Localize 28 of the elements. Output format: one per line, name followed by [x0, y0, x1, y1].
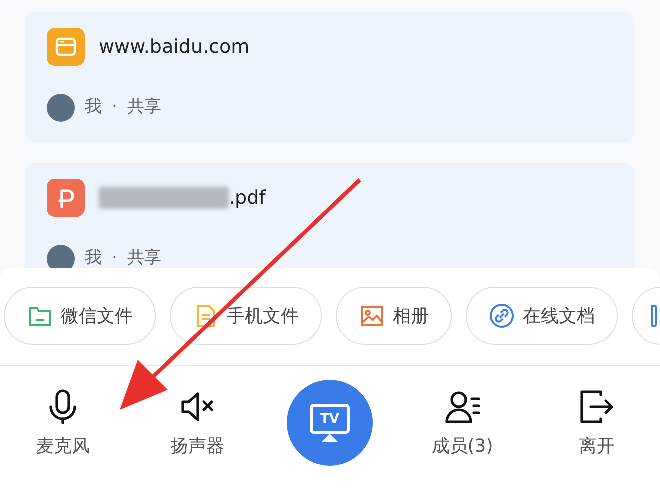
toolbar-button[interactable]: 成员(3) — [418, 386, 508, 460]
source-chip[interactable]: 微信文件 — [4, 287, 156, 345]
browser-window-icon — [47, 28, 85, 66]
separator-dot: · — [112, 96, 118, 120]
pdf-file-icon — [47, 179, 85, 217]
partial-icon — [651, 305, 657, 327]
link-icon — [489, 303, 515, 329]
owner-label: 我 — [85, 96, 102, 120]
share-label: 共享 — [127, 96, 162, 120]
shared-item-card[interactable]: .pdf 我 · 共享 — [25, 163, 635, 268]
owner-label: 我 — [85, 247, 102, 268]
avatar — [47, 245, 75, 268]
share-label: 共享 — [127, 247, 162, 268]
triangle-icon — [322, 434, 338, 442]
avatar — [47, 94, 75, 122]
image-icon — [359, 303, 385, 329]
toolbar-button[interactable]: 扬声器 — [152, 386, 242, 460]
separator-dot: · — [112, 247, 118, 268]
item-title: www.baidu.com — [99, 34, 250, 60]
toolbar-button[interactable]: 麦克风 — [18, 386, 108, 460]
source-chip[interactable]: 在线文档 — [466, 287, 618, 345]
source-chip[interactable]: 相册 — [336, 287, 452, 345]
source-chip[interactable]: 手机文件 — [170, 287, 322, 345]
tv-label: TV — [320, 412, 340, 426]
cast-screen-button[interactable]: TV — [287, 380, 373, 466]
toolbar-button[interactable]: 离开 — [552, 386, 642, 460]
shared-item-card[interactable]: www.baidu.com 我 · 共享 — [25, 12, 635, 142]
item-title: .pdf — [229, 186, 266, 211]
